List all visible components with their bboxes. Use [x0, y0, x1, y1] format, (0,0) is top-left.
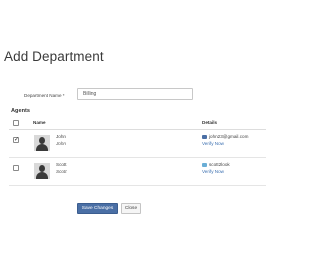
agent-row-checkbox[interactable]: ✓: [13, 137, 19, 143]
avatar: [34, 163, 50, 179]
table-header: Name Details: [9, 116, 266, 130]
agent-row: ✓ John John john23@gmail.com Verify Now: [9, 130, 266, 158]
avatar: [34, 135, 50, 151]
agent-email: scott2look: [209, 162, 230, 167]
email-icon: [202, 135, 207, 139]
department-name-label: Department Name *: [24, 93, 65, 98]
agent-name: Scott: [56, 162, 67, 167]
close-button[interactable]: Close: [121, 203, 141, 214]
agent-row: Scott Scott scott2look Verify Now: [9, 158, 266, 186]
page-title: Add Department: [4, 49, 104, 64]
agent-subname: Scott: [56, 169, 67, 174]
select-all-checkbox[interactable]: [13, 120, 19, 126]
agent-name: John: [56, 134, 66, 139]
agents-table: Name Details ✓ John John john23@gmail.co…: [9, 116, 266, 186]
agent-row-checkbox[interactable]: [13, 165, 19, 171]
email-icon: [202, 163, 207, 167]
column-header-name: Name: [33, 120, 46, 125]
verify-now-link[interactable]: Verify Now: [202, 169, 224, 174]
save-changes-button[interactable]: Save Changes: [77, 203, 118, 214]
department-name-input[interactable]: [77, 88, 193, 100]
verify-now-link[interactable]: Verify Now: [202, 141, 224, 146]
agents-section-title: Agents: [11, 108, 30, 114]
column-header-details: Details: [202, 120, 218, 125]
agent-email: john23@gmail.com: [209, 134, 249, 139]
agent-subname: John: [56, 141, 66, 146]
